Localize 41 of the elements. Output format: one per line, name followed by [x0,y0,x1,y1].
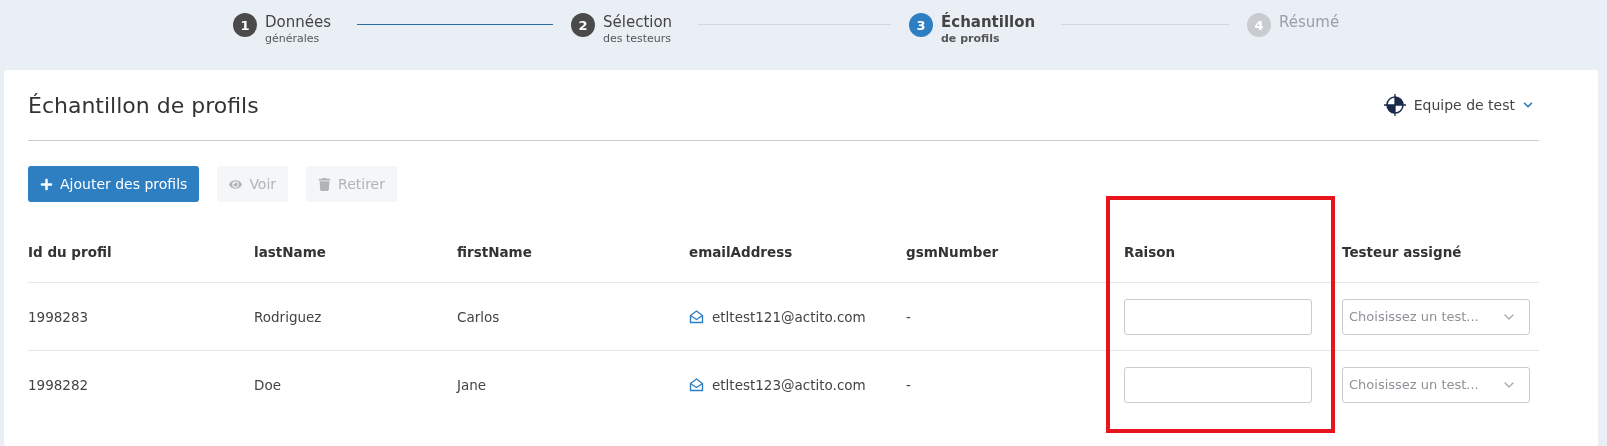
reason-field[interactable] [1124,298,1312,335]
step-title: Sélection [603,13,673,32]
envelope-icon [689,377,704,392]
email-text: etltest121@actito.com [712,308,866,325]
table-cell-text: - [906,376,912,393]
step-number: 1 [233,13,257,37]
trash-icon [318,177,332,191]
column-header: lastName [254,244,327,260]
plus-icon [40,177,53,191]
table-cell-text: Carlos [457,308,501,325]
reason-field[interactable] [1124,366,1312,403]
column-header: Raison [1124,244,1177,260]
step-number: 3 [909,13,933,37]
column-header: gsmNumber [906,244,1000,260]
column-header: firstName [457,244,533,260]
step-subtitle: générales [265,32,321,46]
page-title: Échantillon de profils [28,92,259,118]
step-subtitle: des testeurs [603,32,673,46]
table-cell-text: 1998283 [28,308,90,325]
column-header: Testeur assigné [1342,244,1463,260]
eye-icon [229,177,243,191]
tester-select[interactable]: Choisissez un test... [1342,298,1530,335]
table-cell-text: 1998282 [28,376,90,393]
envelope-icon [689,309,704,324]
tester-select[interactable]: Choisissez un test... [1342,366,1530,403]
crosshair-icon [1383,94,1406,116]
step-subtitle: de profils [941,32,1001,46]
step-title: Données [265,13,331,32]
step-number: 2 [571,13,595,37]
chevron-icon [1523,100,1533,110]
table-cell-text: Doe [254,376,282,393]
table-cell-text: Jane [457,376,488,393]
team-dropdown[interactable]: Equipe de test [1377,93,1539,117]
column-header: emailAddress [689,244,794,260]
step-title: Échantillon [941,13,1036,32]
table-cell-text: - [906,308,912,325]
add-button[interactable]: Ajouter des profils [28,166,200,202]
step-title: Résumé [1279,13,1340,32]
column-header: Id du profil [28,244,113,260]
table-cell-text: Rodriguez [254,308,323,325]
email-text: etltest123@actito.com [712,376,866,393]
